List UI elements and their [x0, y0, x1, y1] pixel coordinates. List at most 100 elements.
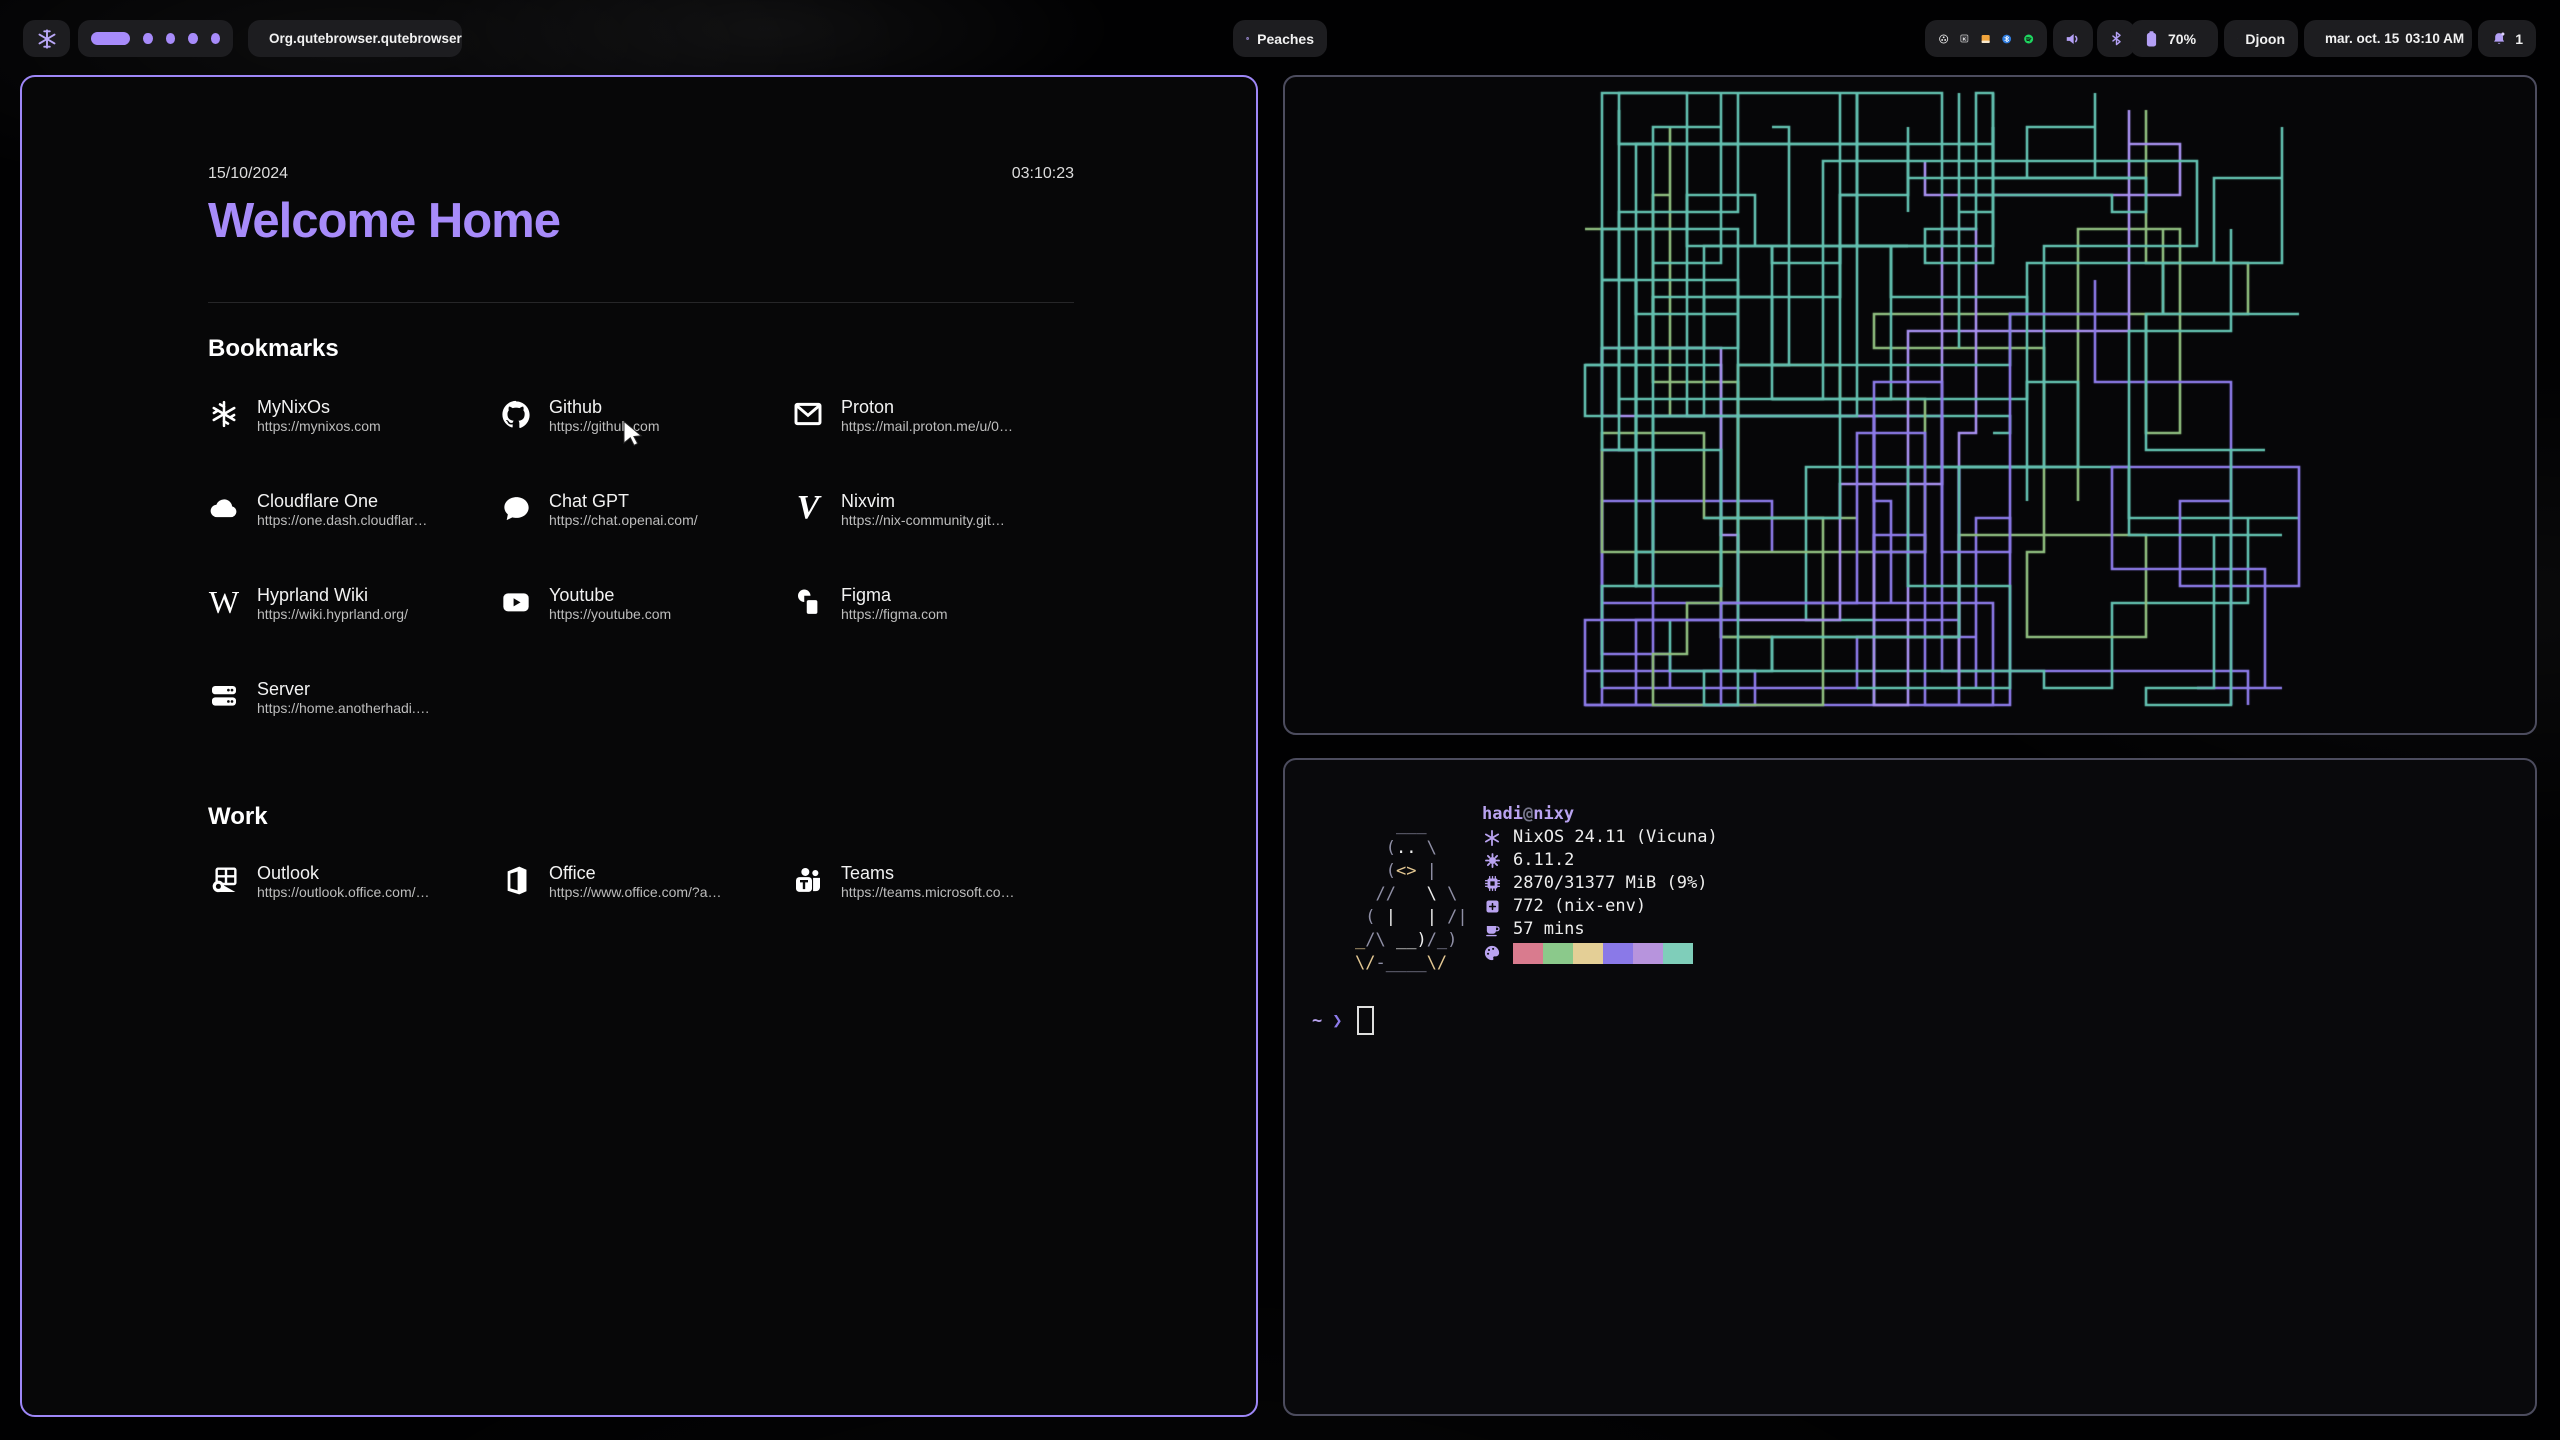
prompt-cwd: ~	[1312, 1011, 1322, 1031]
bluetooth-icon	[2108, 29, 2125, 48]
bookmark-nixvim[interactable]: V Nixvim https://nix-community.git…	[792, 491, 1084, 585]
memory-row: 2870/31377 MiB (9%)	[1482, 872, 1718, 895]
wikipedia-icon: W	[208, 586, 240, 618]
nixos-launcher-button[interactable]	[23, 20, 70, 57]
work-heading: Work	[208, 803, 268, 831]
bookmark-url: https://figma.com	[841, 606, 948, 622]
qutebrowser-window: 15/10/2024 03:10:23 Welcome Home Bookmar…	[20, 75, 1258, 1417]
mouse-cursor	[622, 420, 648, 450]
battery-icon	[2143, 29, 2160, 49]
bookmark-teams[interactable]: Teams https://teams.microsoft.co…	[792, 863, 1084, 957]
bookmark-url: https://mail.proton.me/u/0…	[841, 418, 1013, 434]
shell-prompt[interactable]: ~ ❯	[1312, 1006, 1374, 1035]
bookmark-url: https://outlook.office.com/…	[257, 884, 430, 900]
bookmark-hyprland-wiki[interactable]: W Hyprland Wiki https://wiki.hyprland.or…	[208, 585, 500, 679]
bell-icon	[2491, 29, 2507, 48]
fastfetch-info: hadi@nixy NixOS 24.11 (Vicuna) 6.11.2	[1482, 803, 1718, 964]
network-widget[interactable]: Djoon	[2224, 20, 2298, 57]
bookmark-name: Proton	[841, 397, 894, 417]
memory-icon	[1482, 875, 1502, 892]
bookmark-chatgpt[interactable]: Chat GPT https://chat.openai.com/	[500, 491, 792, 585]
bluetooth-tray-icon[interactable]	[2001, 30, 2012, 48]
packages-row: 772 (nix-env)	[1482, 895, 1718, 918]
fetch-terminal-window[interactable]: ___ (.. \ (<> | // \ \ ( | | /|_/\ __)/_…	[1283, 758, 2537, 1416]
bookmark-youtube[interactable]: Youtube https://youtube.com	[500, 585, 792, 679]
window-title-label: Org.qutebrowser.qutebrowser	[269, 31, 462, 46]
workspace-dot[interactable]	[143, 33, 152, 44]
github-icon	[500, 398, 532, 430]
uptime-icon	[1482, 921, 1502, 938]
bookmark-name: MyNixOs	[257, 397, 330, 417]
bookmark-server[interactable]: Server https://home.anotherhadi.…	[208, 679, 500, 773]
bookmark-outlook[interactable]: Outlook https://outlook.office.com/…	[208, 863, 500, 957]
startpage: 15/10/2024 03:10:23 Welcome Home Bookmar…	[208, 77, 1074, 1415]
bookmark-url: https://www.office.com/?a…	[549, 884, 721, 900]
ascii-art: ___ (.. \ (<> | // \ \ ( | | /|_/\ __)/_…	[1355, 814, 1468, 975]
clock-widget[interactable]: mar. oct. 15 03:10 AM	[2304, 20, 2472, 57]
workspace-active-pill[interactable]	[91, 32, 130, 45]
uptime-row: 57 mins	[1482, 918, 1718, 941]
notifications-widget[interactable]: 1	[2478, 20, 2536, 57]
bookmarks-heading: Bookmarks	[208, 335, 339, 363]
active-window-title[interactable]: Org.qutebrowser.qutebrowser	[248, 20, 462, 57]
clock-date-label: mar. oct. 15	[2325, 31, 2399, 46]
pipes-screensaver	[1285, 77, 2535, 733]
obs-icon[interactable]	[1938, 30, 1949, 48]
bookmark-proton[interactable]: Proton https://mail.proton.me/u/0…	[792, 397, 1084, 491]
media-track-label: Peaches	[1257, 31, 1314, 47]
mail-icon	[792, 398, 824, 430]
bookmark-name: Server	[257, 679, 310, 699]
bookmarks-grid: MyNixOs https://mynixos.com Github https…	[208, 397, 1084, 773]
nixos-icon	[208, 398, 240, 430]
battery-widget[interactable]: 70%	[2130, 20, 2218, 57]
teams-icon	[792, 864, 824, 896]
volume-icon	[2063, 29, 2083, 49]
bookmark-url: https://youtube.com	[549, 606, 671, 622]
bookmark-name: Chat GPT	[549, 491, 629, 511]
bookmark-url: https://chat.openai.com/	[549, 512, 698, 528]
bookmark-office[interactable]: Office https://www.office.com/?a…	[500, 863, 792, 957]
svg-text:K: K	[1963, 36, 1967, 42]
pipes-terminal-window[interactable]	[1283, 75, 2537, 735]
os-row: NixOS 24.11 (Vicuna)	[1482, 826, 1718, 849]
figma-icon	[792, 586, 824, 618]
terminal-color-palette	[1513, 943, 1693, 964]
chat-bubble-icon	[500, 492, 532, 524]
system-tray: K	[1925, 20, 2047, 57]
terminal-cursor	[1357, 1006, 1374, 1035]
workspace-dot[interactable]	[166, 33, 175, 44]
startpage-header: 15/10/2024 03:10:23	[208, 165, 1074, 183]
bookmark-figma[interactable]: Figma https://figma.com	[792, 585, 1084, 679]
notification-dot	[2501, 32, 2504, 35]
workspaces-widget	[78, 20, 233, 57]
bookmark-url: https://mynixos.com	[257, 418, 381, 434]
bookmark-url: https://teams.microsoft.co…	[841, 884, 1015, 900]
workspace-dot[interactable]	[188, 33, 197, 44]
keepass-icon[interactable]: K	[1959, 30, 1970, 47]
bookmark-name: Figma	[841, 585, 891, 605]
bookmark-name: Hyprland Wiki	[257, 585, 368, 605]
bookmark-mynixos[interactable]: MyNixOs https://mynixos.com	[208, 397, 500, 491]
bookmark-url: https://nix-community.git…	[841, 512, 1005, 528]
top-bar: Org.qutebrowser.qutebrowser Peaches K	[0, 0, 2560, 58]
media-widget[interactable]: Peaches	[1233, 20, 1327, 57]
notification-count-label: 1	[2515, 31, 2523, 47]
volume-button[interactable]	[2053, 20, 2093, 57]
hostname: nixy	[1533, 804, 1574, 824]
username: hadi	[1482, 804, 1523, 824]
kernel-row: 6.11.2	[1482, 849, 1718, 872]
work-grid: Outlook https://outlook.office.com/… Off…	[208, 863, 1084, 957]
spotify-tray-icon[interactable]	[2023, 30, 2034, 48]
page-title: Welcome Home	[208, 193, 560, 249]
files-icon[interactable]	[1980, 30, 1991, 48]
vim-icon: V	[792, 492, 824, 524]
kernel-icon	[1482, 852, 1502, 869]
workspace-dot[interactable]	[211, 33, 220, 44]
date-label: 15/10/2024	[208, 165, 288, 183]
server-icon	[208, 680, 240, 712]
palette-row	[1482, 941, 1718, 964]
time-label: 03:10:23	[1012, 165, 1074, 183]
bookmark-cloudflare-one[interactable]: Cloudflare One https://one.dash.cloudfla…	[208, 491, 500, 585]
clock-time-label: 03:10 AM	[2405, 31, 2464, 46]
office-icon	[500, 864, 532, 896]
